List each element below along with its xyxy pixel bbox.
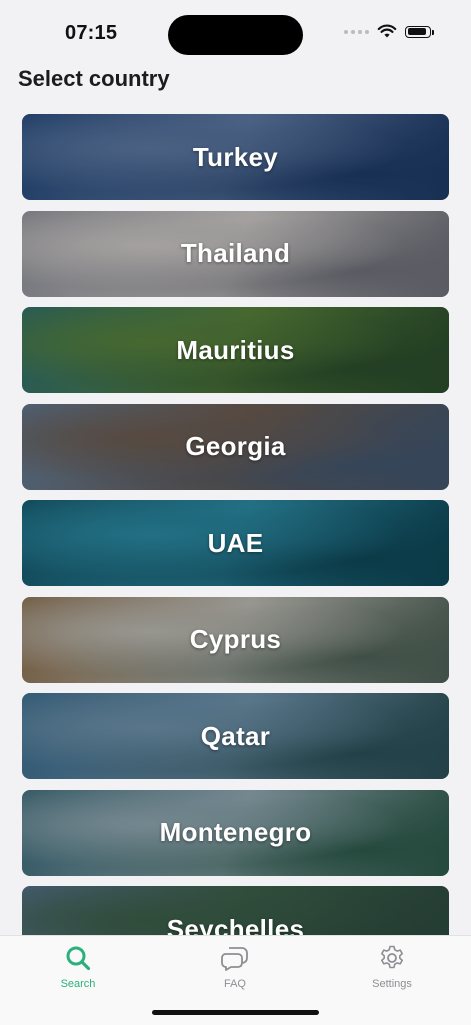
chat-bubbles-icon	[221, 947, 248, 971]
country-name: UAE	[207, 527, 264, 558]
status-icons	[344, 24, 434, 39]
country-name: Turkey	[192, 141, 279, 172]
wifi-icon	[377, 24, 397, 38]
country-card[interactable]: Montenegro	[22, 789, 449, 876]
status-time: 07:15	[65, 22, 118, 44]
country-name: Qatar	[200, 720, 271, 751]
tab-faq[interactable]: FAQ	[175, 944, 295, 990]
home-indicator	[152, 1010, 319, 1015]
country-name: Cyprus	[189, 624, 282, 654]
country-card[interactable]: Cyprus	[22, 596, 449, 683]
country-list[interactable]: Turkey Thailand Mauritius Georgia UAE Cyprus Q…	[22, 114, 449, 935]
tab-bar: Search FAQ Settings	[0, 935, 471, 1025]
country-card[interactable]: Seychelles	[22, 886, 449, 935]
country-name: Georgia	[185, 431, 286, 461]
tab-label-settings: Settings	[372, 978, 412, 990]
tab-label-faq: FAQ	[223, 978, 246, 990]
page-title: Select country	[18, 66, 170, 91]
country-card[interactable]: Mauritius	[22, 307, 449, 393]
status-bar: 07:15	[0, 0, 471, 62]
gear-icon	[381, 945, 403, 969]
search-icon	[66, 946, 91, 971]
country-card[interactable]: Turkey	[22, 114, 449, 200]
tab-label-search: Search	[60, 978, 96, 990]
country-name: Seychelles	[166, 913, 305, 936]
tab-search[interactable]: Search	[18, 944, 138, 990]
country-card[interactable]: UAE	[22, 500, 449, 586]
country-name: Thailand	[180, 238, 291, 268]
tab-settings[interactable]: Settings	[332, 944, 452, 990]
signal-icon	[344, 29, 369, 34]
country-card[interactable]: Qatar	[22, 693, 449, 779]
country-card[interactable]: Georgia	[22, 403, 449, 490]
battery-icon	[405, 25, 434, 38]
country-name: Mauritius	[176, 334, 295, 365]
country-name: Montenegro	[159, 817, 312, 847]
country-card[interactable]: Thailand	[22, 210, 449, 297]
dynamic-island	[168, 15, 303, 55]
